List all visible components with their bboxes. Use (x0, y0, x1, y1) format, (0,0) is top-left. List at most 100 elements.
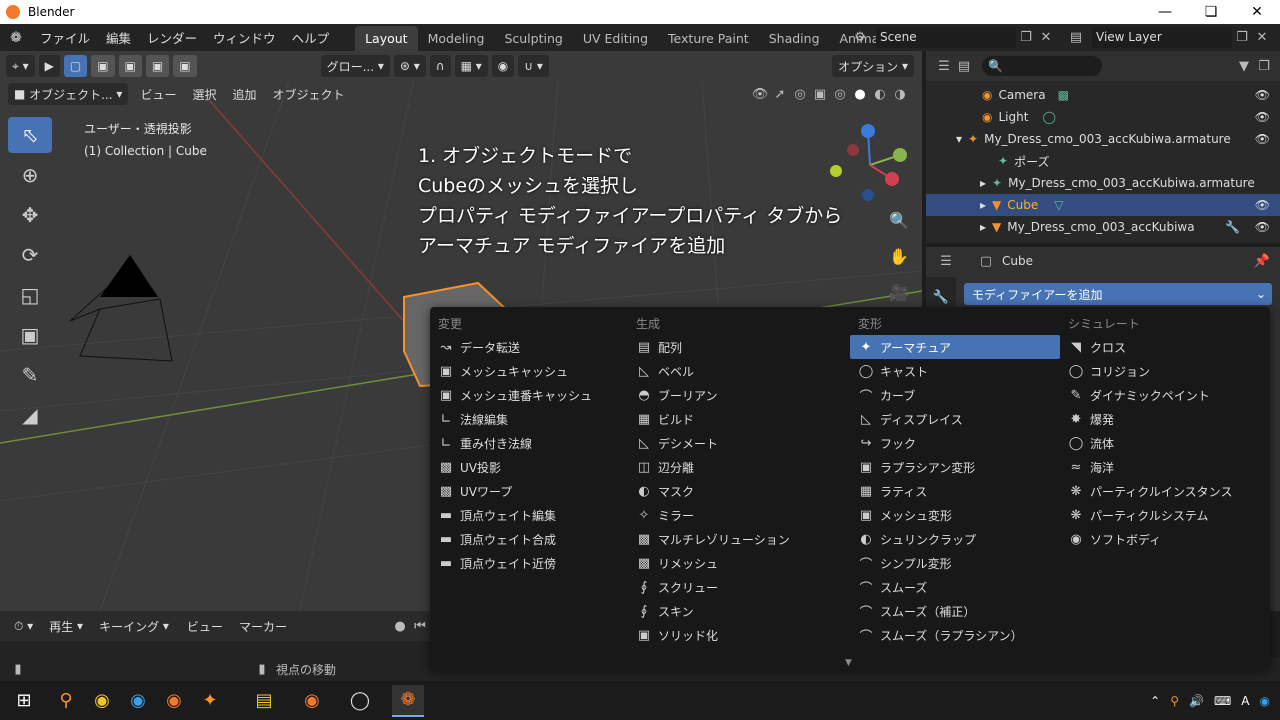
select-intersect-mode-icon[interactable]: ▣ (173, 55, 197, 77)
tab-uv-editing[interactable]: UV Editing (573, 26, 658, 51)
pivot-point-icon[interactable]: ⊛ ▾ (393, 55, 426, 77)
annotate-tool-icon[interactable]: ✎ (8, 357, 52, 393)
camera-view-icon[interactable]: 🎥 (884, 277, 914, 307)
outliner-row-dress[interactable]: ▸ ▼ My_Dress_cmo_003_accKubiwa 🔧 👁 (926, 216, 1280, 238)
modifier-item[interactable]: ◐ シュリンクラップ (850, 527, 1060, 551)
search-tray-icon[interactable]: ⚲ (1170, 694, 1179, 708)
menu-view[interactable]: ビュー (132, 86, 184, 103)
modifier-item[interactable]: ⌒ スムーズ（ラプラシアン） (850, 623, 1060, 647)
zoom-icon[interactable]: 🔍 (884, 205, 914, 235)
keying-menu[interactable]: キーイング ▾ (93, 615, 175, 637)
modifier-item[interactable]: ▣ ソリッド化 (628, 623, 838, 647)
select-extend-mode-icon[interactable]: ▣ (91, 55, 115, 77)
menu-add[interactable]: 追加 (224, 86, 264, 103)
modifier-item[interactable]: ◯ 流体 (1060, 431, 1270, 455)
modifier-item[interactable]: ▬ 頂点ウェイト近傍 (430, 551, 640, 575)
modifier-item[interactable]: ▩ リメッシュ (628, 551, 838, 575)
add-modifier-button[interactable]: モディファイアーを追加 ⌄ (964, 283, 1272, 305)
expand-arrow-icon[interactable]: ▸ (980, 220, 986, 234)
menu-file[interactable]: ファイル (32, 28, 98, 47)
modifier-item[interactable]: ⌒ スムーズ（補正） (850, 599, 1060, 623)
visibility-eye-icon[interactable]: 👁 (1255, 88, 1270, 102)
tab-texture-paint[interactable]: Texture Paint (658, 26, 759, 51)
modifier-item[interactable]: ∮ スキン (628, 599, 838, 623)
snap-icon[interactable]: ∩ (429, 55, 451, 77)
view-layer-selector[interactable]: ▤ View Layer ❐ ✕ (1066, 26, 1276, 48)
tab-shading[interactable]: Shading (759, 26, 830, 51)
modifier-item[interactable]: ◓ ブーリアン (628, 383, 838, 407)
outliner-row-cube[interactable]: ▸ ▼ Cube ▽ 👁 (926, 194, 1280, 216)
modifier-item[interactable]: ▩ マルチレゾリューション (628, 527, 838, 551)
record-icon[interactable]: ● (390, 616, 410, 636)
select-subtract-mode-icon[interactable]: ▣ (118, 55, 142, 77)
timeline-editor-icon[interactable]: ⏱ ▾ (8, 615, 40, 637)
scene-name-field[interactable]: Scene (876, 26, 1016, 48)
modifier-item[interactable]: ▩ UVワープ (430, 479, 640, 503)
notification-icon[interactable]: ◉ (1260, 694, 1270, 708)
select-box-mode-icon[interactable]: ▢ (63, 55, 88, 77)
modifier-item[interactable]: ▣ メッシュキャッシュ (430, 359, 640, 383)
close-button[interactable]: ✕ (1234, 0, 1280, 24)
options-dropdown[interactable]: オプション ▾ (832, 55, 914, 77)
windows-start-icon[interactable]: ⊞ (8, 685, 40, 717)
scene-selector[interactable]: ⚙ Scene ❐ ✕ (850, 26, 1060, 48)
modifier-item[interactable]: ↪ フック (850, 431, 1060, 455)
menu-help[interactable]: ヘルプ (284, 28, 338, 47)
overlay-icon[interactable]: ◎ (790, 84, 810, 104)
menu-render[interactable]: レンダー (139, 28, 205, 47)
modifier-item[interactable]: ▣ メッシュ連番キャッシュ (430, 383, 640, 407)
obs-icon[interactable]: ◯ (344, 685, 376, 717)
ime-icon[interactable]: A (1241, 694, 1249, 708)
wireframe-shading-icon[interactable]: ◎ (830, 84, 850, 104)
modifier-item[interactable]: ⌒ シンプル変形 (850, 551, 1060, 575)
view-layer-name-field[interactable]: View Layer (1092, 26, 1232, 48)
scale-tool-icon[interactable]: ◱ (8, 277, 52, 313)
proportional-edit-icon[interactable]: ◉ (491, 55, 515, 77)
select-invert-mode-icon[interactable]: ▣ (145, 55, 170, 77)
blender-taskbar-icon[interactable]: ❁ (392, 684, 424, 717)
modifier-item[interactable]: ⌒ スムーズ (850, 575, 1060, 599)
timeline-view-menu[interactable]: ビュー (179, 618, 231, 635)
app-icon[interactable]: ✦ (194, 685, 226, 717)
modifier-item[interactable]: ◺ ディスプレイス (850, 407, 1060, 431)
visibility-icon[interactable]: 👁 (750, 84, 770, 104)
remove-view-layer-icon[interactable]: ✕ (1252, 27, 1272, 47)
outliner-editor-icon[interactable]: ☰ (934, 56, 954, 76)
modifier-item[interactable]: ❋ パーティクルインスタンス (1060, 479, 1270, 503)
minimize-button[interactable]: — (1142, 0, 1188, 24)
measure-tool-icon[interactable]: ◢ (8, 397, 52, 433)
new-collection-icon[interactable]: ❐ (1254, 56, 1274, 76)
xray-icon[interactable]: ▣ (810, 84, 830, 104)
rendered-shading-icon[interactable]: ◑ (890, 84, 910, 104)
tab-sculpting[interactable]: Sculpting (494, 26, 572, 51)
visibility-eye-icon[interactable]: 👁 (1255, 132, 1270, 146)
rotate-tool-icon[interactable]: ⟳ (8, 237, 52, 273)
expand-arrow-icon[interactable]: ▾ (956, 132, 962, 146)
outliner-row-pose[interactable]: ✦ ポーズ (926, 150, 1280, 172)
modifier-item-armature[interactable]: ✦ アーマチュア (850, 335, 1060, 359)
outliner-row-light[interactable]: ◉ Light ◯ 👁 (926, 106, 1280, 128)
modifier-item[interactable]: ⌒ カーブ (850, 383, 1060, 407)
outliner-row-armature-data[interactable]: ▸ ✦ My_Dress_cmo_003_accKubiwa.armature (926, 172, 1280, 194)
modifier-item[interactable]: ◐ マスク (628, 479, 838, 503)
modifier-item[interactable]: ◺ ベベル (628, 359, 838, 383)
pin-icon[interactable]: 📌 (1252, 251, 1272, 271)
pan-hand-icon[interactable]: ✋ (884, 241, 914, 271)
snap-target-icon[interactable]: ▦ ▾ (454, 55, 488, 77)
marker-menu[interactable]: マーカー (231, 618, 295, 635)
copy-view-layer-icon[interactable]: ❐ (1232, 27, 1252, 47)
modifier-item[interactable]: ✎ ダイナミックペイント (1060, 383, 1270, 407)
timeline-ruler[interactable] (0, 641, 430, 657)
outliner-row-armature[interactable]: ▾ ✦ My_Dress_cmo_003_accKubiwa.armature … (926, 128, 1280, 150)
chevron-up-icon[interactable]: ⌃ (1150, 694, 1160, 708)
menu-select[interactable]: 選択 (184, 86, 224, 103)
display-mode-icon[interactable]: ▤ (954, 56, 974, 76)
modifier-item[interactable]: ◯ コリジョン (1060, 359, 1270, 383)
outliner-row-camera[interactable]: ◉ Camera ▩ 👁 (926, 84, 1280, 106)
remove-scene-icon[interactable]: ✕ (1036, 27, 1056, 47)
modifier-item[interactable]: ▩ UV投影 (430, 455, 640, 479)
navigation-gizmo[interactable] (820, 121, 920, 211)
tab-layout[interactable]: Layout (355, 26, 418, 51)
visibility-eye-icon[interactable]: 👁 (1255, 220, 1270, 234)
menu-object[interactable]: オブジェクト (265, 86, 353, 103)
